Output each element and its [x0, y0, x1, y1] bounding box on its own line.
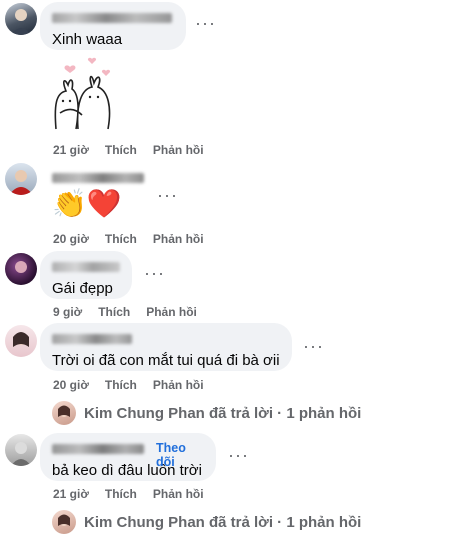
comment-time[interactable]: 20 giờ — [53, 232, 89, 246]
like-button[interactable]: Thích — [105, 143, 137, 157]
more-dots-icon[interactable]: ··· — [157, 186, 178, 204]
avatar-image — [11, 9, 31, 35]
blurred-author-name — [52, 13, 172, 23]
avatar-image — [9, 170, 33, 195]
comment-actions: 21 giờ Thích Phản hồi — [53, 487, 220, 501]
reply-avatar — [52, 510, 76, 534]
avatar[interactable] — [5, 253, 37, 285]
comment-text: Trời oi đã con mắt tui quá đi bà ơii — [52, 352, 280, 369]
comment-time[interactable]: 9 giờ — [53, 305, 82, 319]
more-dots-icon[interactable]: ··· — [195, 14, 216, 32]
like-button[interactable]: Thích — [105, 378, 137, 392]
comment-actions: 20 giờ Thích Phản hồi — [53, 232, 220, 246]
like-button[interactable]: Thích — [105, 232, 137, 246]
comment-time[interactable]: 21 giờ — [53, 143, 89, 157]
more-dots-icon[interactable]: ··· — [228, 446, 249, 464]
replies-summary[interactable]: Kim Chung Phan đã trả lời · 1 phản hồi — [84, 405, 361, 422]
comment-emojis: 👏❤️ — [52, 187, 122, 220]
comment-bubble: Theo dõi bả keo dì đâu luôn trời — [40, 433, 216, 481]
comment-actions: 9 giờ Thích Phản hồi — [53, 305, 213, 319]
like-button[interactable]: Thích — [105, 487, 137, 501]
replies-summary[interactable]: Kim Chung Phan đã trả lời · 1 phản hồi — [84, 514, 361, 531]
avatar-image — [15, 261, 27, 273]
blurred-author-name — [52, 444, 144, 454]
bunny-hug-sticker — [48, 55, 118, 135]
avatar-image — [11, 442, 31, 466]
reply-button[interactable]: Phản hồi — [153, 143, 204, 157]
reply-button[interactable]: Phản hồi — [153, 232, 204, 246]
comment-time[interactable]: 21 giờ — [53, 487, 89, 501]
more-dots-icon[interactable]: ··· — [144, 264, 165, 282]
comment-bubble: Gái đẹpp — [40, 251, 132, 299]
comment-bubble: Xinh waaa — [40, 2, 186, 50]
comment-actions: 20 giờ Thích Phản hồi — [53, 378, 220, 392]
view-replies-link[interactable]: Kim Chung Phan đã trả lời · 1 phản hồi — [52, 401, 361, 425]
avatar[interactable] — [5, 325, 37, 357]
view-replies-link[interactable]: Kim Chung Phan đã trả lời · 1 phản hồi — [52, 510, 361, 534]
comment-text: Xinh waaa — [52, 31, 123, 48]
avatar[interactable] — [5, 3, 37, 35]
comment-text: Gái đẹpp — [52, 280, 113, 297]
comment-time[interactable]: 20 giờ — [53, 378, 89, 392]
like-button[interactable]: Thích — [98, 305, 130, 319]
comment-author-block — [52, 172, 148, 186]
more-dots-icon[interactable]: ··· — [303, 337, 324, 355]
avatar[interactable] — [5, 434, 37, 466]
blurred-author-name — [52, 334, 132, 344]
follow-button[interactable]: Theo dõi — [156, 441, 204, 469]
avatar-image — [13, 332, 29, 347]
reply-button[interactable]: Phản hồi — [153, 487, 204, 501]
avatar[interactable] — [5, 163, 37, 195]
reply-avatar — [52, 401, 76, 425]
blurred-author-name — [52, 262, 120, 272]
reply-button[interactable]: Phản hồi — [146, 305, 197, 319]
comment-actions: 21 giờ Thích Phản hồi — [53, 143, 220, 157]
reply-button[interactable]: Phản hồi — [153, 378, 204, 392]
blurred-author-name — [52, 173, 144, 183]
comment-bubble: Trời oi đã con mắt tui quá đi bà ơii — [40, 323, 292, 371]
